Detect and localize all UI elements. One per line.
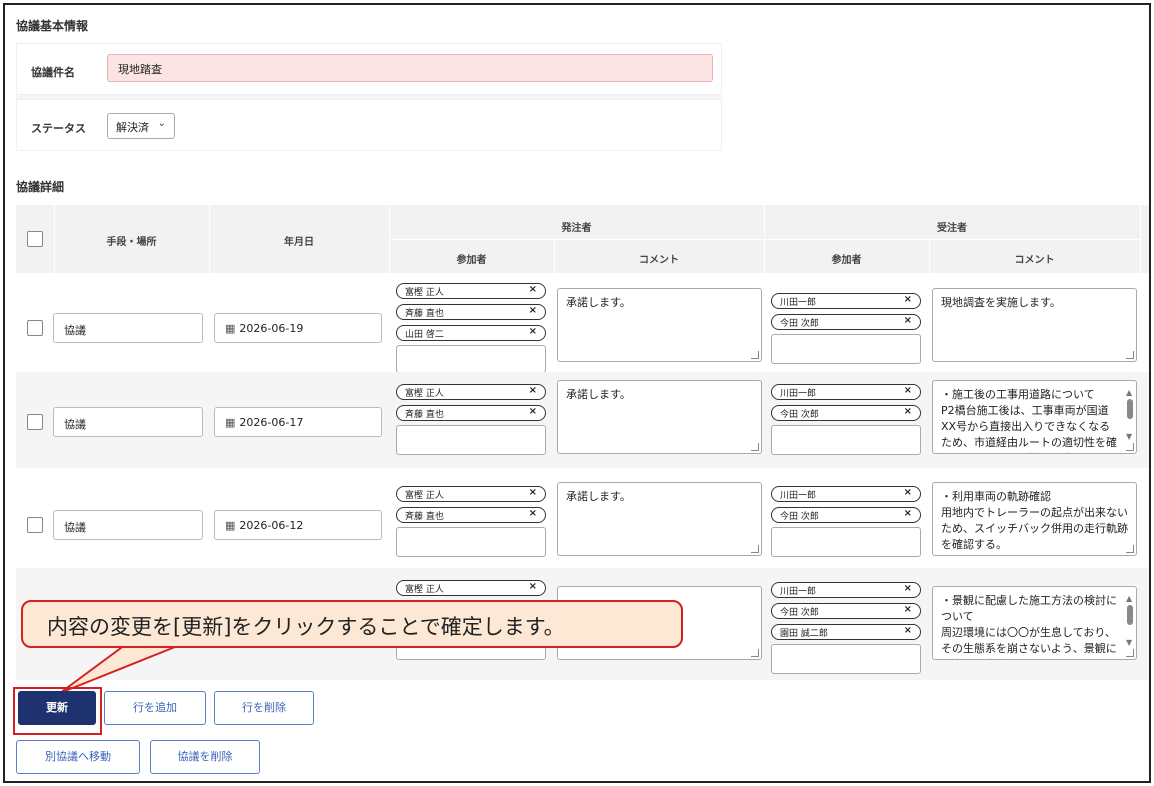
discussion-edit-panel: 協議基本情報 協議件名 現地踏査 ステータス 解決済 ⌄ 協議詳細 手段・場所 …: [3, 3, 1151, 783]
delete-discussion-button[interactable]: 協議を削除: [150, 740, 260, 774]
delete-row-button[interactable]: 行を削除: [214, 691, 314, 725]
add-row-button[interactable]: 行を追加: [104, 691, 206, 725]
instruction-callout: 内容の変更を[更新]をクリックすることで確定します。: [21, 600, 683, 648]
move-discussion-button[interactable]: 別協議へ移動: [16, 740, 140, 774]
update-button[interactable]: 更新: [18, 691, 96, 725]
callout-pointer: [59, 644, 181, 694]
